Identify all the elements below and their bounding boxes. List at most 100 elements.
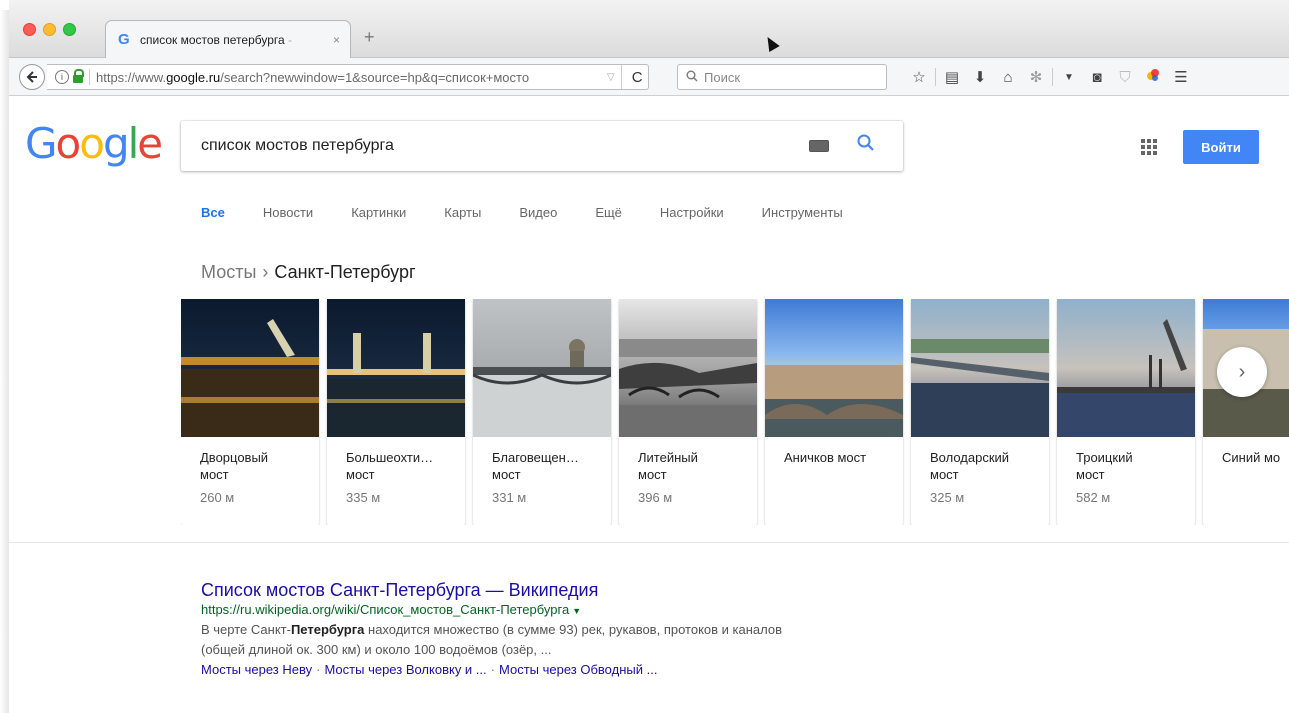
bridges-carousel: Дворцовый мост 260 м Большеохти… мост 335 … bbox=[181, 299, 1289, 525]
extension-icon[interactable]: ✻ bbox=[1022, 68, 1050, 86]
bridge-length: 260 м bbox=[200, 490, 235, 505]
toolbar: ☆ ▤ ⬇ ⌂ ✻ ▼ ◙ ⛉ ☰ bbox=[905, 64, 1195, 90]
toolbar-separator-2 bbox=[1052, 68, 1053, 86]
url-dropdown-icon[interactable]: ▽ bbox=[607, 72, 615, 83]
bridge-name: Аничков мост bbox=[784, 450, 867, 465]
back-button[interactable] bbox=[19, 64, 45, 90]
url-separator bbox=[89, 69, 90, 85]
bridge-image bbox=[911, 299, 1049, 437]
window-shadow bbox=[0, 10, 9, 713]
result-menu-arrow-icon[interactable]: ▼ bbox=[572, 606, 581, 616]
result-url: https://ru.wikipedia.org/wiki/Список_мос… bbox=[201, 602, 582, 617]
keyboard-icon[interactable] bbox=[809, 140, 829, 152]
bridge-name: Литейный мост bbox=[638, 450, 698, 482]
bridge-name: Большеохти… мост bbox=[346, 450, 434, 482]
bridge-card[interactable]: Аничков мост bbox=[765, 299, 903, 525]
bridge-length: 335 м bbox=[346, 490, 381, 505]
browser-tab[interactable]: G список мостов петербурга - × bbox=[105, 20, 351, 58]
mouse-cursor-icon bbox=[762, 33, 780, 53]
reading-list-icon[interactable]: ▤ bbox=[938, 68, 966, 86]
breadcrumb-chevron-icon: › bbox=[262, 262, 269, 282]
result-sitelinks: Мосты через Неву · Мосты через Волковку и … bbox=[201, 660, 901, 680]
google-favicon-icon: G bbox=[118, 31, 130, 48]
download-icon[interactable]: ⬇ bbox=[966, 68, 994, 86]
bridge-length: 396 м bbox=[638, 490, 673, 505]
bridge-image bbox=[619, 299, 757, 437]
result-snippet: В черте Санкт-Петербурга находится множе… bbox=[201, 622, 782, 657]
tab-title: список мостов петербурга - bbox=[140, 32, 293, 47]
signin-button[interactable]: Войти bbox=[1183, 130, 1259, 164]
hamburger-menu-icon[interactable]: ☰ bbox=[1167, 68, 1195, 86]
tab-close-icon[interactable]: × bbox=[333, 33, 340, 47]
bridge-image bbox=[1057, 299, 1195, 437]
tab-more[interactable]: Ещё bbox=[595, 205, 622, 220]
bridge-length: 582 м bbox=[1076, 490, 1111, 505]
tab-bar: G список мостов петербурга - × + bbox=[9, 0, 1289, 58]
bridge-card[interactable]: Синий мо bbox=[1203, 299, 1289, 525]
sitelink[interactable]: Мосты через Обводный ... bbox=[499, 662, 657, 677]
bridge-name: Благовещен… мост bbox=[492, 450, 579, 482]
tab-video[interactable]: Видео bbox=[519, 205, 557, 220]
search-placeholder: Поиск bbox=[704, 69, 741, 85]
tab-maps[interactable]: Карты bbox=[444, 205, 481, 220]
google-logo[interactable]: Google bbox=[25, 119, 163, 168]
home-icon[interactable]: ⌂ bbox=[994, 69, 1022, 86]
bridge-name: Дворцовый мост bbox=[200, 450, 269, 482]
google-page: Google список мостов петербурга Войти Вс… bbox=[9, 97, 1289, 713]
bridge-card[interactable]: Троицкий мост 582 м bbox=[1057, 299, 1195, 525]
bridge-name: Синий мо bbox=[1222, 450, 1281, 465]
bridge-image bbox=[765, 299, 903, 437]
navigation-bar: i https://www.google.ru/search?newwindow… bbox=[9, 58, 1289, 96]
bridge-card[interactable]: Большеохти… мост 335 м bbox=[327, 299, 465, 525]
apps-grid-icon[interactable] bbox=[1141, 139, 1157, 155]
new-tab-button[interactable]: + bbox=[364, 27, 375, 48]
sitelink-separator: · bbox=[316, 662, 321, 677]
carousel-next-button[interactable]: › bbox=[1217, 347, 1267, 397]
bridge-card[interactable]: Литейный мост 396 м bbox=[619, 299, 757, 525]
color-icon[interactable] bbox=[1139, 67, 1167, 87]
shield-icon[interactable]: ⛉ bbox=[1111, 69, 1139, 86]
reload-icon[interactable]: C bbox=[620, 65, 643, 89]
breadcrumb-parent[interactable]: Мосты bbox=[201, 262, 256, 282]
bridge-name: Володарский мост bbox=[930, 450, 1010, 482]
sitelink-separator: · bbox=[490, 662, 495, 677]
bridge-image bbox=[327, 299, 465, 437]
sitelink[interactable]: Мосты через Волковку и ... bbox=[324, 662, 486, 677]
menu-dropdown-icon[interactable]: ▼ bbox=[1055, 72, 1083, 83]
lock-icon bbox=[73, 69, 84, 83]
section-divider bbox=[9, 542, 1289, 543]
toolbar-separator bbox=[935, 68, 936, 86]
search-submit-icon[interactable] bbox=[857, 134, 887, 158]
sitelink[interactable]: Мосты через Неву bbox=[201, 662, 312, 677]
tab-images[interactable]: Картинки bbox=[351, 205, 406, 220]
result-title-link[interactable]: Список мостов Санкт-Петербурга — Википед… bbox=[201, 579, 901, 601]
knowledge-breadcrumb: Мосты › Санкт-Петербург bbox=[201, 262, 416, 283]
tab-news[interactable]: Новости bbox=[263, 205, 313, 220]
bridge-card[interactable]: Володарский мост 325 м bbox=[911, 299, 1049, 525]
search-result: Список мостов Санкт-Петербурга — Википед… bbox=[201, 579, 901, 680]
bridge-length: 325 м bbox=[930, 490, 965, 505]
tab-all[interactable]: Все bbox=[201, 205, 225, 220]
bridge-card[interactable]: Дворцовый мост 260 м bbox=[181, 299, 319, 525]
tab-settings[interactable]: Настройки bbox=[660, 205, 724, 220]
bridge-length: 331 м bbox=[492, 490, 527, 505]
search-tabs: Все Новости Картинки Карты Видео Ещё Нас… bbox=[201, 205, 881, 220]
back-arrow-icon bbox=[26, 71, 37, 83]
search-icon bbox=[686, 70, 698, 85]
site-info-icon[interactable]: i bbox=[55, 70, 69, 84]
url-text[interactable]: https://www.google.ru/search?newwindow=1… bbox=[96, 70, 601, 85]
tab-tools[interactable]: Инструменты bbox=[762, 205, 843, 220]
bridge-card[interactable]: Благовещен… мост 331 м bbox=[473, 299, 611, 525]
bridge-image bbox=[473, 299, 611, 437]
zoom-window-button[interactable] bbox=[63, 23, 76, 36]
address-bar[interactable]: i https://www.google.ru/search?newwindow… bbox=[47, 64, 649, 90]
browser-window: G список мостов петербурга - × + i https… bbox=[9, 0, 1289, 713]
browser-search-input[interactable]: Поиск bbox=[677, 64, 887, 90]
close-window-button[interactable] bbox=[23, 23, 36, 36]
bridge-image bbox=[181, 299, 319, 437]
search-query[interactable]: список мостов петербурга bbox=[201, 137, 809, 155]
minimize-window-button[interactable] bbox=[43, 23, 56, 36]
google-search-input[interactable]: список мостов петербурга bbox=[181, 121, 903, 171]
pocket-icon[interactable]: ◙ bbox=[1083, 69, 1111, 86]
bookmark-star-icon[interactable]: ☆ bbox=[905, 68, 933, 86]
